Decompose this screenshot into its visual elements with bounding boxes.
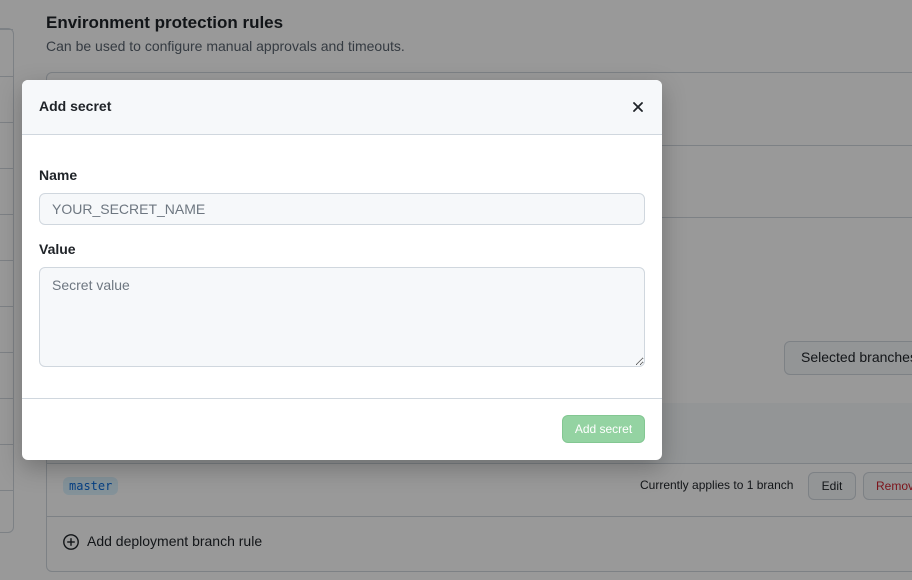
add-secret-button[interactable]: Add secret	[562, 415, 645, 443]
close-icon[interactable]	[628, 97, 648, 117]
secret-value-textarea[interactable]	[39, 267, 645, 367]
secret-name-input[interactable]	[39, 193, 645, 225]
dialog-footer-divider	[22, 398, 662, 399]
add-secret-dialog: Add secret Name Value Add secret	[22, 80, 662, 460]
value-label: Value	[39, 241, 76, 257]
dialog-header: Add secret	[22, 80, 662, 135]
name-label: Name	[39, 167, 78, 183]
dialog-title: Add secret	[39, 98, 112, 114]
